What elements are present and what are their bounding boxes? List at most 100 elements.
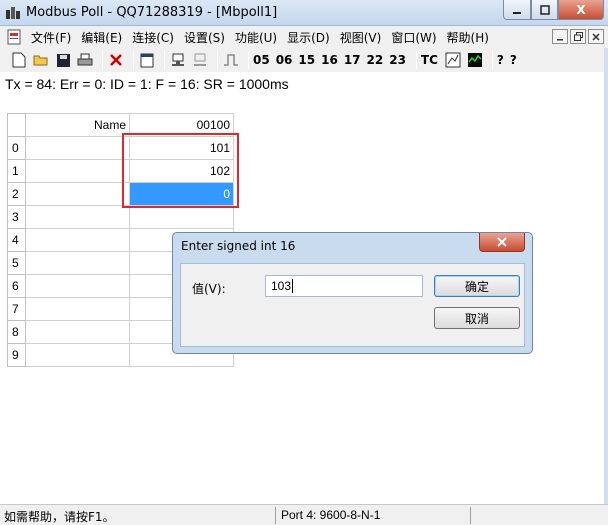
fc15-button[interactable]: 15 (298, 53, 315, 67)
menu-functions[interactable]: 功能(U) (230, 29, 282, 46)
toolbar: 05 06 15 16 17 22 23 TC ? ? (0, 48, 608, 72)
name-cell[interactable] (25, 136, 130, 160)
printer-icon (77, 53, 93, 65)
maximize-button[interactable] (531, 0, 558, 20)
dialog-body: 值(V): 103 确定 取消 (180, 263, 525, 347)
row-index[interactable]: 9 (7, 343, 26, 367)
dialog-title: Enter signed int 16 (181, 239, 296, 253)
print-button[interactable] (76, 51, 94, 69)
value-input-text: 103 (271, 279, 292, 293)
mdi-restore-button[interactable] (570, 29, 586, 44)
document-icon[interactable] (6, 29, 22, 45)
row-index[interactable]: 8 (7, 320, 26, 344)
toolbar-separator (102, 51, 103, 69)
name-cell[interactable] (25, 159, 130, 183)
fc22-button[interactable]: 22 (367, 53, 384, 67)
menu-view[interactable]: 视图(V) (335, 29, 387, 46)
close-icon (497, 237, 507, 247)
chart-icon (445, 52, 461, 68)
new-document-icon (12, 52, 26, 68)
mdi-close-button[interactable] (588, 29, 604, 44)
row-index[interactable]: 2 (7, 182, 26, 206)
status-divider (275, 507, 276, 524)
delete-x-icon (110, 54, 122, 66)
open-button[interactable] (32, 51, 50, 69)
menu-display[interactable]: 显示(D) (282, 29, 335, 46)
ok-button[interactable]: 确定 (434, 275, 520, 297)
window-button[interactable] (138, 51, 156, 69)
fc05-button[interactable]: 05 (253, 53, 270, 67)
value-cell[interactable] (129, 205, 234, 229)
poll-status-text: Tx = 84: Err = 0: ID = 1: F = 16: SR = 1… (5, 76, 289, 92)
fc16-button[interactable]: 16 (321, 53, 338, 67)
monitor-button[interactable] (466, 51, 484, 69)
save-icon (56, 53, 70, 67)
value-input[interactable]: 103 (265, 275, 423, 297)
menu-bar: 文件(F) 编辑(E) 连接(C) 设置(S) 功能(U) 显示(D) 视图(V… (0, 26, 608, 48)
name-cell[interactable] (25, 274, 130, 298)
toolbar-separator (217, 51, 218, 69)
row-index[interactable]: 5 (7, 251, 26, 275)
toolbar-separator (491, 51, 493, 69)
minimize-icon (557, 38, 563, 40)
close-button[interactable]: X (558, 0, 604, 20)
monitor-icon (467, 53, 482, 67)
enter-value-dialog: Enter signed int 16 值(V): 103 确定 取消 (172, 232, 533, 354)
name-cell[interactable] (25, 320, 130, 344)
chart-button[interactable] (444, 51, 462, 69)
row-index[interactable]: 0 (7, 136, 26, 160)
toolbar-separator (164, 51, 165, 69)
menu-connection[interactable]: 连接(C) (127, 29, 179, 46)
disconnect-button[interactable] (191, 51, 209, 69)
help-hint-text: 如需帮助，请按F1。 (4, 510, 115, 524)
dialog-close-button[interactable] (479, 233, 525, 252)
maximize-icon (539, 4, 550, 15)
window-title: Modbus Poll - QQ71288319 - [Mbpoll1] (26, 5, 278, 20)
name-cell[interactable] (25, 182, 130, 206)
folder-open-icon (33, 55, 48, 66)
name-cell[interactable] (25, 251, 130, 275)
menu-edit[interactable]: 编辑(E) (76, 29, 127, 46)
fc06-button[interactable]: 06 (276, 53, 293, 67)
poll-status-area: Tx = 84: Err = 0: ID = 1: F = 16: SR = 1… (0, 72, 608, 112)
modbus-app-icon (6, 7, 20, 19)
single-read-button[interactable] (222, 51, 240, 69)
window-icon (140, 53, 154, 67)
name-cell[interactable] (25, 343, 130, 367)
fc23-button[interactable]: 23 (389, 53, 406, 67)
menu-help[interactable]: 帮助(H) (442, 29, 494, 46)
menu-window[interactable]: 窗口(W) (386, 29, 441, 46)
corner-cell (7, 113, 26, 137)
row-index[interactable]: 7 (7, 297, 26, 321)
name-cell[interactable] (25, 228, 130, 252)
name-column-header[interactable]: Name (25, 113, 130, 137)
cancel-button[interactable]: 取消 (434, 307, 520, 329)
window-right-border (604, 48, 608, 504)
minimize-icon (513, 11, 521, 14)
value-label: 值(V): (192, 282, 226, 296)
name-cell[interactable] (25, 205, 130, 229)
delete-button[interactable] (107, 51, 125, 69)
connect-button[interactable] (169, 51, 187, 69)
menu-file[interactable]: 文件(F) (26, 29, 76, 46)
mdi-minimize-button[interactable] (552, 29, 568, 44)
minimize-button[interactable] (503, 0, 531, 20)
row-index[interactable]: 1 (7, 159, 26, 183)
traffic-button[interactable]: TC (421, 53, 438, 67)
row-index[interactable]: 6 (7, 274, 26, 298)
restore-icon (573, 32, 583, 41)
save-button[interactable] (54, 51, 72, 69)
help-button[interactable]: ? (497, 53, 504, 67)
mdi-controls (552, 29, 604, 44)
row-index[interactable]: 4 (7, 228, 26, 252)
new-document-button[interactable] (10, 51, 28, 69)
fc17-button[interactable]: 17 (344, 53, 361, 67)
row-index[interactable]: 3 (7, 205, 26, 229)
title-bar: Modbus Poll - QQ71288319 - [Mbpoll1] X (0, 0, 608, 26)
toolbar-separator (133, 51, 134, 69)
port-status-text: Port 4: 9600-8-N-1 (281, 508, 381, 522)
whats-this-button[interactable]: ? (510, 53, 517, 67)
close-icon (592, 32, 600, 41)
menu-setup[interactable]: 设置(S) (179, 29, 230, 46)
name-cell[interactable] (25, 297, 130, 321)
